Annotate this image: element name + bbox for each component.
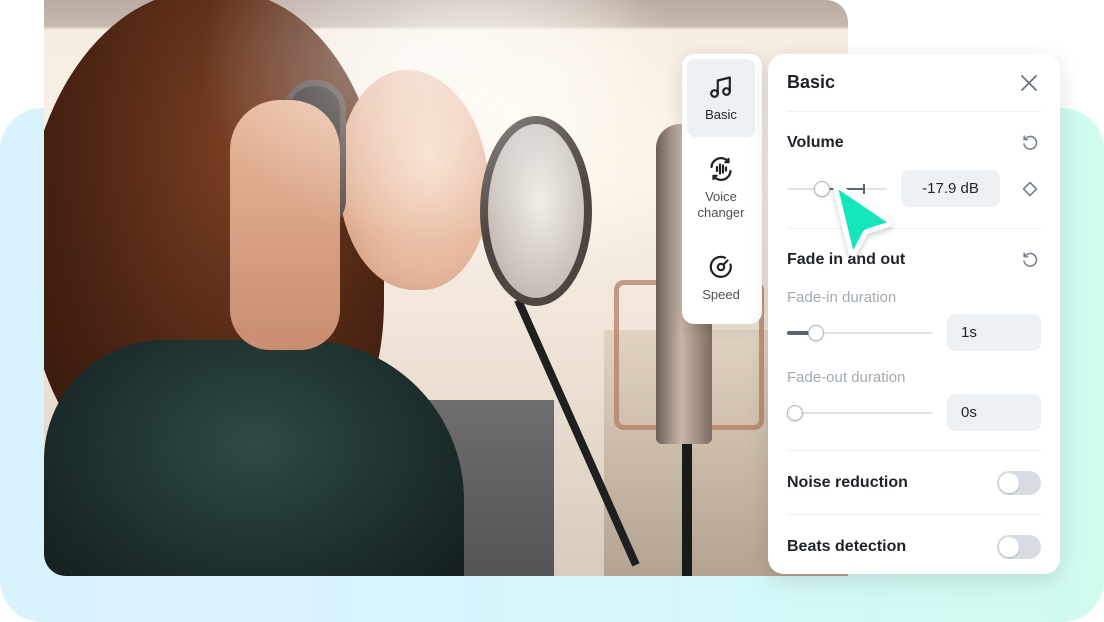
tab-label: Voice changer — [697, 189, 745, 220]
beats-detection-row: Beats detection — [787, 515, 1041, 579]
slider-default-marker — [863, 183, 865, 194]
volume-keyframe-button[interactable] — [1019, 178, 1041, 200]
speedometer-icon — [707, 253, 735, 281]
volume-value-field[interactable]: -17.9 dB — [901, 170, 1000, 207]
tab-basic[interactable]: Basic — [687, 59, 755, 137]
beats-detection-label: Beats detection — [787, 538, 907, 555]
fade-out-slider[interactable] — [787, 403, 933, 423]
volume-reset-button[interactable] — [1019, 132, 1041, 154]
fade-in-label: Fade-in duration — [787, 289, 897, 306]
tab-speed[interactable]: Speed — [687, 239, 755, 317]
slider-thumb[interactable] — [787, 404, 803, 421]
volume-label: Volume — [787, 134, 844, 151]
beats-detection-toggle[interactable] — [997, 535, 1041, 559]
reset-icon — [1023, 135, 1038, 150]
fade-reset-button[interactable] — [1019, 249, 1041, 271]
slider-thumb[interactable] — [808, 324, 824, 341]
volume-slider[interactable] — [787, 179, 887, 199]
fade-out-value-field[interactable]: 0s — [947, 394, 1041, 431]
tab-label: Basic — [705, 107, 737, 122]
close-button[interactable] — [1017, 71, 1041, 95]
panel-header: Basic — [787, 54, 1041, 112]
audio-tab-rail: Basic Voice changer Speed — [682, 54, 762, 324]
fade-out-label: Fade-out duration — [787, 369, 906, 386]
music-note-icon — [707, 73, 735, 101]
slider-thumb[interactable] — [814, 180, 830, 197]
close-icon — [1021, 74, 1037, 91]
noise-reduction-toggle[interactable] — [997, 470, 1041, 495]
fade-section: Fade in and out Fade-in duration 1s Fade… — [787, 229, 1041, 451]
diamond-keyframe-icon — [1022, 181, 1038, 196]
voice-changer-icon — [707, 155, 735, 183]
toggle-knob — [999, 472, 1019, 493]
slider-track — [787, 411, 933, 414]
panel-title: Basic — [787, 72, 836, 92]
tab-label: Speed — [702, 287, 740, 302]
volume-section: Volume -17.9 dB — [787, 112, 1041, 229]
fade-in-value-field[interactable]: 1s — [947, 314, 1041, 351]
noise-reduction-label: Noise reduction — [787, 473, 908, 491]
toggle-knob — [999, 537, 1019, 557]
fade-in-slider[interactable] — [787, 323, 933, 343]
reset-icon — [1023, 252, 1038, 267]
tab-voice-changer[interactable]: Voice changer — [687, 149, 755, 227]
noise-reduction-row: Noise reduction — [787, 451, 1041, 515]
basic-settings-panel: Basic Volume -17.9 dB Fade in and out Fa… — [768, 54, 1060, 574]
fade-label: Fade in and out — [787, 251, 906, 268]
